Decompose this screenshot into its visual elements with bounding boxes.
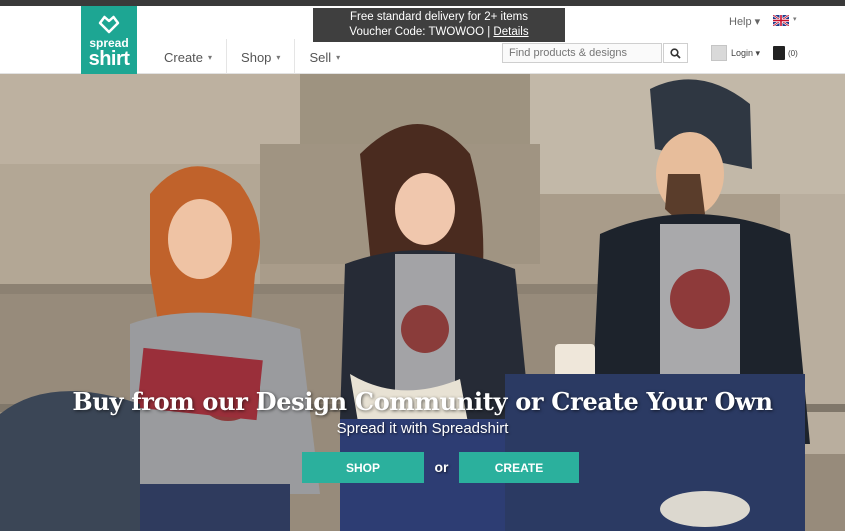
chevron-down-icon: ▾	[336, 52, 341, 62]
cart-count: (0)	[788, 49, 798, 58]
nav-create[interactable]: Create ▾	[150, 39, 228, 75]
search-icon	[670, 47, 681, 59]
user-avatar-icon[interactable]	[711, 45, 727, 61]
nav-shop-label: Shop	[241, 49, 272, 65]
promo-line-1: Free standard delivery for 2+ items	[349, 11, 528, 23]
shopping-bag-icon[interactable]	[773, 46, 785, 60]
login-menu[interactable]: Login ▾	[731, 48, 760, 59]
details-link[interactable]: Details	[493, 26, 528, 38]
chevron-down-icon: ▾	[208, 52, 213, 62]
nav-create-label: Create	[164, 49, 204, 65]
shop-button[interactable]: SHOP	[302, 452, 424, 483]
logo-text-shirt: shirt	[88, 48, 130, 70]
hero-subline: Spread it with Spreadshirt	[336, 420, 509, 437]
promo-line-2: Voucher Code: TWOWOO | Details	[313, 25, 565, 40]
spreadshirt-logo[interactable]: spread shirt	[81, 6, 137, 74]
site-header: spread shirt Create ▾ Shop ▾ Sell ▾ Free…	[0, 6, 845, 75]
help-menu[interactable]: Help ▾	[729, 15, 760, 28]
search-button[interactable]	[663, 43, 688, 63]
promo-banner: Free standard delivery for 2+ items Vouc…	[313, 8, 565, 42]
search-input[interactable]	[502, 43, 662, 63]
nav-sell[interactable]: Sell ▾	[295, 39, 354, 75]
or-text: or	[434, 459, 449, 475]
nav-sell-label: Sell	[309, 49, 332, 65]
nav-shop[interactable]: Shop ▾	[227, 39, 296, 75]
language-caret-icon[interactable]: ▾	[793, 15, 797, 23]
flag-uk-icon[interactable]	[773, 15, 789, 26]
create-button[interactable]: CREATE	[459, 452, 579, 483]
hero-banner: Buy from our Design Community or Create …	[0, 74, 845, 531]
heart-logo-icon	[98, 15, 120, 34]
hero-headline: Buy from our Design Community or Create …	[72, 387, 773, 416]
chevron-down-icon: ▾	[276, 52, 281, 62]
voucher-code-text: Voucher Code: TWOWOO |	[349, 26, 494, 38]
main-nav: Create ▾ Shop ▾ Sell ▾	[150, 39, 354, 75]
